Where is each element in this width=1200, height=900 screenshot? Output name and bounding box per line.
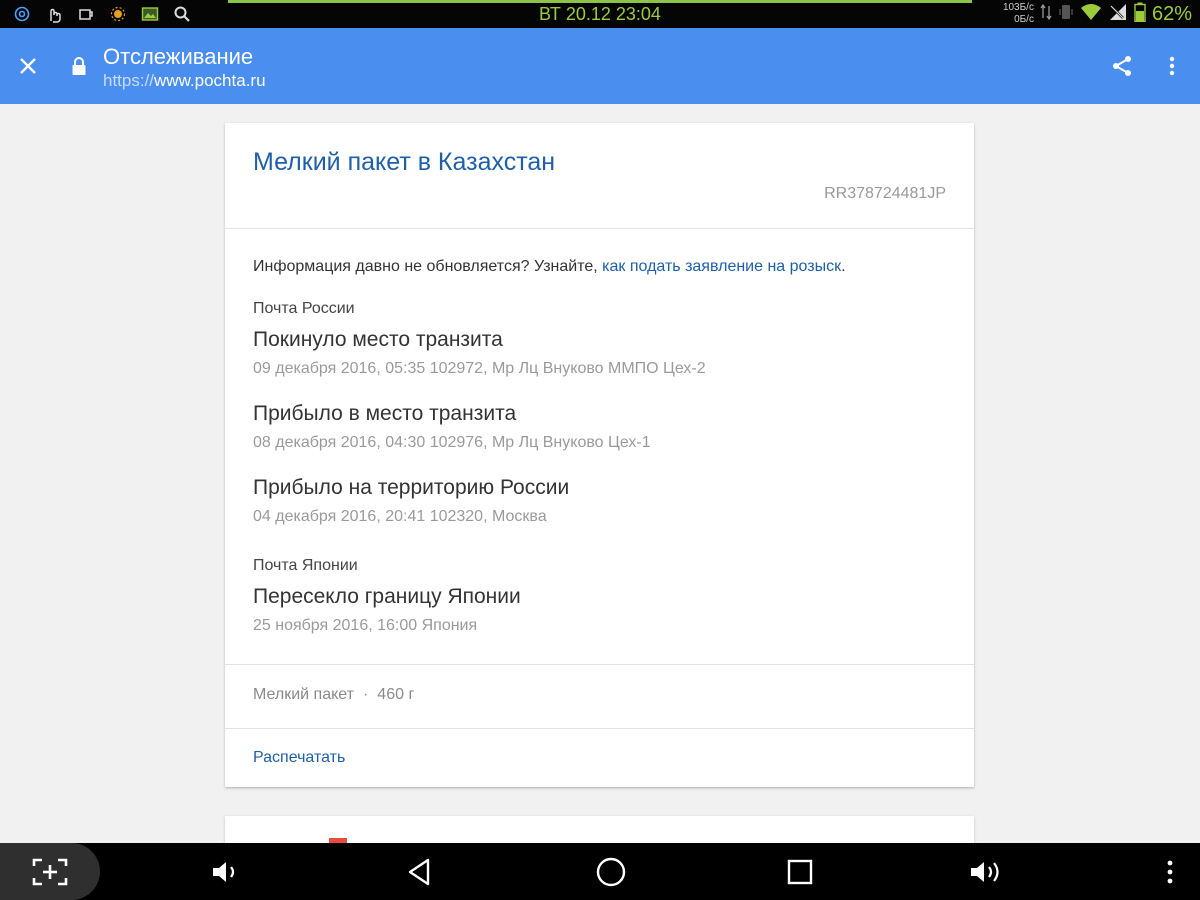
event-title: Прибыло в место транзита <box>253 402 517 425</box>
back-button[interactable] <box>390 843 450 900</box>
vibrate-icon <box>1058 2 1074 27</box>
recents-button[interactable] <box>770 843 830 900</box>
event-meta: 04 декабря 2016, 20:41 102320, Москва <box>253 508 547 525</box>
search-request-link[interactable]: как подать заявление на розыск <box>602 258 841 275</box>
event-title: Прибыло на территорию России <box>253 476 570 499</box>
tracking-number: RR378724481JP <box>824 185 946 202</box>
net-speed-up: 103Б/с <box>1002 2 1034 13</box>
divider <box>225 228 974 229</box>
more-vertical-icon <box>1167 860 1173 883</box>
package-summary: Мелкий пакет · 460 г <box>253 685 414 705</box>
lock-icon <box>72 57 86 75</box>
summary-separator: · <box>362 686 369 703</box>
battery-percent: 62% <box>1151 3 1192 25</box>
summary-type: Мелкий пакет <box>253 686 354 703</box>
tracking-card: Мелкий пакет в Казахстан RR378724481JP И… <box>225 123 974 787</box>
recents-square-icon <box>787 859 813 884</box>
notice-end: . <box>841 258 846 275</box>
page-title: Отслеживание <box>103 44 254 69</box>
more-vertical-icon <box>1169 56 1175 76</box>
volume-up-button[interactable] <box>958 843 1018 900</box>
status-right: 103Б/с 0Б/с 62% <box>1003 0 1192 28</box>
wifi-icon <box>1080 3 1102 26</box>
signal-off-icon <box>1108 3 1128 26</box>
page-url: https://www.pochta.ru <box>103 71 266 91</box>
home-button[interactable] <box>581 843 641 900</box>
outdated-info-notice: Информация давно не обновляется? Узнайте… <box>253 257 846 277</box>
status-bar: ВТ 20.12 23:04 103Б/с 0Б/с 62% <box>0 0 1200 28</box>
navigation-bar <box>0 843 1200 900</box>
network-speed: 103Б/с 0Б/с <box>1003 2 1034 26</box>
event-meta: 25 ноября 2016, 16:00 Япония <box>253 617 478 634</box>
close-button[interactable] <box>14 52 42 80</box>
summary-weight: 460 г <box>377 686 415 703</box>
share-button[interactable] <box>1108 52 1136 80</box>
event-meta: 08 декабря 2016, 04:30 102976, Мр Лц Вну… <box>253 434 651 451</box>
overflow-menu-button[interactable] <box>1160 52 1184 80</box>
home-circle-icon <box>596 857 626 886</box>
carrier-name: Почта Японии <box>253 557 358 574</box>
volume-up-icon <box>971 861 999 882</box>
nav-menu-button[interactable] <box>1140 843 1200 900</box>
url-scheme: https:// <box>103 71 155 90</box>
close-icon <box>20 58 36 74</box>
screenshot-icon <box>32 858 68 885</box>
share-icon <box>1113 56 1131 76</box>
volume-down-button[interactable] <box>196 843 256 900</box>
custom-tab-toolbar: Отслеживание https://www.pochta.ru <box>0 28 1200 104</box>
data-transfer-icon <box>1040 3 1052 26</box>
screenshot-button[interactable] <box>0 843 100 900</box>
event-meta: 09 декабря 2016, 05:35 102972, Мр Лц Вну… <box>253 360 706 377</box>
print-link[interactable]: Распечатать <box>253 748 345 768</box>
carrier-name: Почта России <box>253 300 355 317</box>
divider <box>225 728 974 729</box>
notice-text: Информация давно не обновляется? Узнайте… <box>253 258 603 275</box>
page-load-progress <box>228 0 972 3</box>
package-title: Мелкий пакет в Казахстан <box>253 148 556 176</box>
card-header: Мелкий пакет в Казахстан RR378724481JP <box>225 123 974 228</box>
event-title: Покинуло место транзита <box>253 328 503 351</box>
event-title: Пересекло границу Японии <box>253 585 521 608</box>
url-host: www.pochta.ru <box>154 71 266 90</box>
divider <box>225 664 974 665</box>
next-card <box>225 816 974 846</box>
battery-icon <box>1134 2 1146 27</box>
net-speed-down: 0Б/с <box>1014 14 1034 25</box>
back-triangle-icon <box>408 858 430 885</box>
volume-down-icon <box>213 861 235 882</box>
